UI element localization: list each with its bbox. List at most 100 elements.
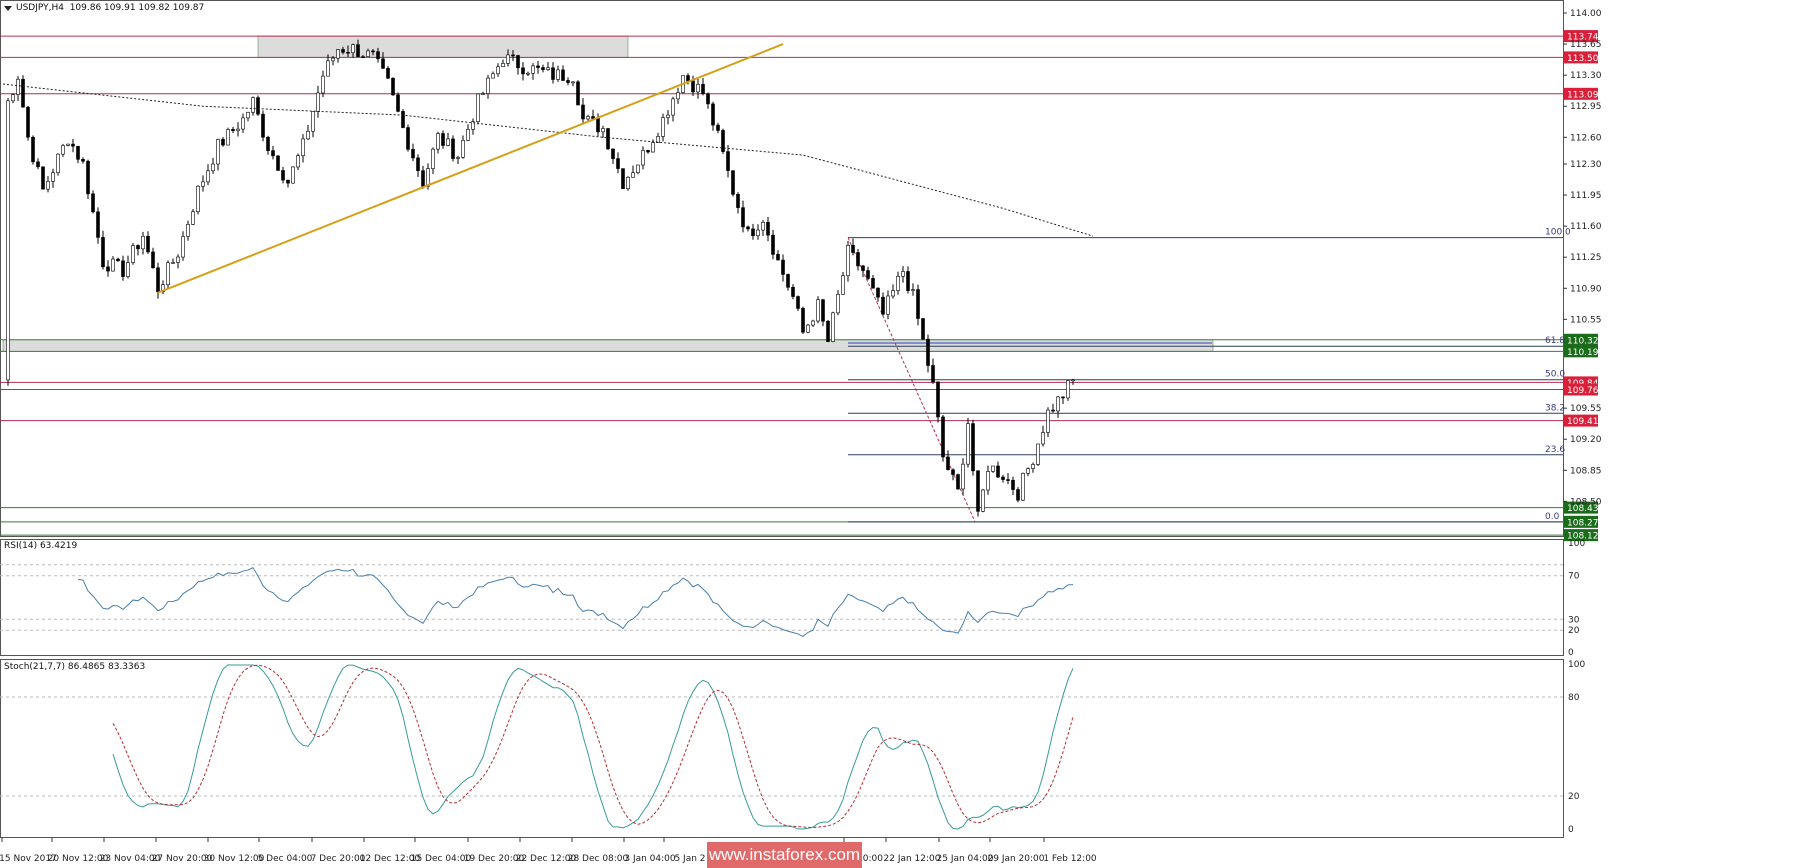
candle-bull	[426, 168, 430, 187]
candle-bull	[1031, 464, 1035, 469]
rsi-axis-label: 70	[1568, 572, 1580, 582]
candle-bear	[411, 149, 415, 159]
candle-bear	[276, 155, 280, 171]
candle-bear	[921, 318, 925, 340]
candle-bull	[991, 465, 995, 472]
candle-bull	[1046, 409, 1050, 433]
candle-bull	[316, 92, 320, 112]
candle-bear	[286, 179, 290, 184]
candle-bull	[626, 177, 630, 189]
candle-bull	[896, 276, 900, 291]
candle-bear	[926, 338, 930, 366]
candle-bear	[716, 124, 720, 131]
candle-bull	[986, 471, 990, 491]
candle-bull	[171, 262, 175, 264]
candle-bear	[136, 245, 140, 250]
x-tick-label: 3 Jan 04:00	[624, 854, 676, 864]
candle-bull	[901, 271, 905, 277]
candle-bear	[851, 244, 855, 253]
candle-bull	[456, 157, 460, 159]
watermark: www.instaforex.com	[707, 842, 862, 868]
candle-bear	[231, 129, 235, 131]
y-tick-label: 110.90	[1570, 284, 1602, 294]
candle-bull	[1036, 443, 1040, 465]
price-label-text: 109.41	[1567, 417, 1599, 427]
candle-bull	[321, 75, 325, 94]
candle-bear	[746, 226, 750, 230]
candle-bull	[911, 289, 915, 291]
candle-bull	[301, 138, 305, 156]
candle-bull	[306, 130, 310, 140]
y-tick-label: 113.30	[1570, 71, 1602, 81]
candle-bear	[1006, 479, 1010, 481]
candle-bear	[346, 51, 350, 54]
y-tick-label: 112.95	[1570, 102, 1602, 112]
y-tick-label: 111.25	[1570, 253, 1602, 263]
candle-bull	[241, 117, 245, 130]
candle-bear	[871, 278, 875, 289]
x-tick-label: 25 Jan 04:00	[937, 854, 994, 864]
candle-bull	[66, 143, 70, 146]
candle-bear	[971, 423, 975, 472]
candle-bear	[611, 148, 615, 159]
price-chart[interactable]: 113.74113.50113.09110.32110.19109.84109.…	[0, 0, 1800, 868]
candle-bull	[366, 50, 370, 57]
candle-bear	[156, 267, 160, 293]
candle-bear	[711, 103, 715, 126]
candle-bull	[16, 78, 20, 95]
candle-bear	[391, 77, 395, 96]
rsi-label: RSI(14) 63.4219	[4, 541, 78, 551]
candle-bull	[556, 69, 560, 80]
candle-bear	[21, 78, 25, 108]
candle-bear	[576, 81, 580, 106]
candle-bull	[961, 463, 965, 490]
candle-bear	[916, 289, 920, 319]
candle-bear	[396, 94, 400, 112]
candle-bull	[186, 224, 190, 237]
candle-bear	[541, 67, 545, 70]
candle-bear	[86, 160, 90, 195]
candle-bear	[751, 228, 755, 237]
candle-bull	[526, 72, 530, 75]
candle-bull	[546, 67, 550, 70]
candle-bear	[566, 80, 570, 83]
chart-menu-triangle-icon[interactable]	[4, 6, 12, 11]
candle-bull	[496, 66, 500, 75]
candle-bear	[876, 287, 880, 298]
price-label-text: 113.50	[1567, 54, 1599, 64]
candle-bear	[1011, 479, 1015, 490]
stoch-main-line	[112, 664, 1074, 830]
fib-level-label: 50.0	[1545, 370, 1565, 380]
candle-bull	[6, 100, 10, 381]
y-tick-label: 112.30	[1570, 160, 1602, 170]
candle-bear	[281, 170, 285, 181]
candle-bull	[891, 290, 895, 297]
y-tick-label: 113.65	[1570, 40, 1602, 50]
stoch-signal-line	[112, 664, 1074, 828]
candle-bull	[446, 138, 450, 146]
candle-bull	[251, 97, 255, 113]
candle-bull	[191, 211, 195, 225]
candle-bear	[451, 138, 455, 159]
candle-bear	[151, 251, 155, 269]
x-tick-label: 29 Jan 20:00	[988, 854, 1045, 864]
candle-bull	[246, 111, 250, 119]
y-tick-label: 111.60	[1570, 222, 1602, 232]
candle-bear	[801, 308, 805, 333]
candle-bear	[356, 44, 360, 57]
candle-bear	[996, 465, 1000, 478]
candle-bull	[601, 128, 605, 133]
candle-bull	[676, 92, 680, 100]
candle-bull	[1041, 432, 1045, 445]
candle-bear	[146, 235, 150, 253]
candle-bear	[606, 128, 610, 150]
candle-bear	[96, 211, 100, 238]
candle-bear	[76, 145, 80, 160]
candle-bull	[531, 65, 535, 74]
rsi-axis-label: 0	[1568, 648, 1574, 658]
candle-bull	[211, 163, 215, 172]
candle-bear	[701, 84, 705, 94]
candle-bear	[416, 157, 420, 171]
candle-bear	[731, 170, 735, 195]
candle-bull	[671, 98, 675, 116]
